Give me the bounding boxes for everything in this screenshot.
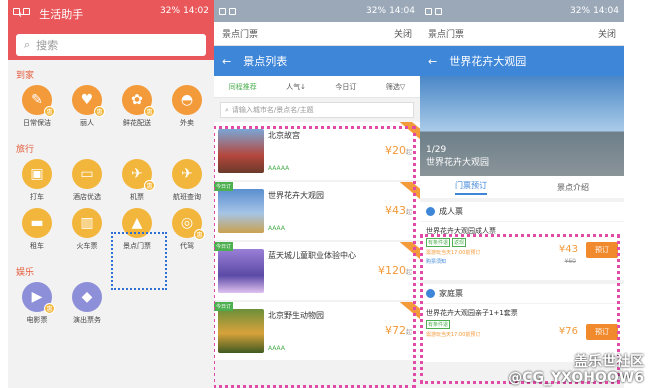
service-item-flight-search[interactable]: ✈ 航班查询: [162, 159, 212, 202]
app-header: ← 景点列表: [214, 46, 420, 76]
close-button[interactable]: 关闭: [394, 27, 412, 40]
service-item-takeout[interactable]: ◓ 外卖: [162, 85, 212, 128]
screen-attraction-detail: 32% 14:04 景点门票 关闭 ← 世界花卉大观园 1/29 世界花卉大观园 门…: [420, 0, 624, 388]
search-icon: ⌕: [225, 105, 229, 114]
page-title: 景点列表: [243, 55, 288, 68]
hero-image[interactable]: 1/29 世界花卉大观园: [420, 76, 624, 176]
highlight-attraction-tickets: [111, 232, 167, 290]
battery-text: 32%: [570, 6, 591, 16]
filter-today[interactable]: 今日订: [335, 82, 356, 92]
topbar-title: 景点门票: [428, 30, 465, 40]
person-icon: [426, 207, 435, 216]
ticket-section-adult[interactable]: 成人票: [420, 202, 624, 221]
section-title-travel: 旅行: [16, 145, 35, 155]
steering-wheel-icon: ◎ 惠: [172, 208, 205, 240]
train-icon: ▥: [72, 208, 102, 238]
food-bowl-icon: ◓: [172, 85, 202, 115]
search-input[interactable]: ⌕ 搜索: [16, 34, 206, 56]
service-item-beauty[interactable]: ♥ 惠丽人: [62, 85, 112, 128]
back-arrow-icon[interactable]: ←: [222, 55, 231, 68]
tab-ticket-booking[interactable]: 门票预订: [455, 180, 487, 195]
webview-topbar: 景点门票 关闭: [420, 22, 624, 46]
service-item-car-rental[interactable]: ▬ 租车: [12, 208, 62, 251]
page-title: 生活助手: [39, 8, 84, 21]
broom-icon: ✎ 惠: [22, 85, 55, 117]
service-item-flowers[interactable]: ✿ 惠鲜花配送: [112, 85, 162, 128]
section-title-home: 到家: [16, 71, 35, 81]
flight-search-icon: ✈: [172, 159, 202, 189]
service-item-shows[interactable]: ◆ 演出票务: [62, 282, 112, 325]
tab-introduction[interactable]: 景点介绍: [557, 182, 589, 193]
clock: 14:02: [183, 6, 209, 16]
makeup-icon: ♥ 惠: [72, 85, 105, 117]
plane-icon: ✈ 惠: [122, 159, 155, 191]
page-title: 世界花卉大观园: [449, 55, 527, 68]
car-icon: ▬: [22, 208, 52, 238]
app-header: 32% 14:02 ← 生活助手 ⌕ 搜索: [8, 0, 214, 60]
filter-popularity[interactable]: 人气↓: [286, 82, 306, 92]
flower-icon: ✿ 惠: [122, 85, 155, 117]
hotel-bed-icon: ▭: [72, 159, 102, 189]
screen-life-assistant: 32% 14:02 ← 生活助手 ⌕ 搜索 到家 ✎ 惠日常保洁 ♥ 惠丽人 ✿ 惠鲜花…: [8, 0, 214, 388]
back-arrow-icon[interactable]: ←: [18, 8, 27, 21]
webview-topbar: 景点门票 关闭: [214, 22, 420, 46]
service-item-taxi[interactable]: ▣ 打车: [12, 159, 62, 202]
search-placeholder: 请输入城市名/景点名/主题: [231, 106, 314, 114]
battery-text: 32%: [366, 6, 387, 16]
ticket-icon: ◆: [72, 282, 102, 312]
close-button[interactable]: 关闭: [598, 27, 616, 40]
filter-recommended[interactable]: 同程推荐: [229, 82, 257, 92]
detail-tabs: 门票预订 景点介绍: [420, 176, 624, 198]
hero-caption: 1/29 世界花卉大观园: [426, 145, 490, 168]
funnel-icon: ▽: [399, 82, 406, 91]
service-item-hotel[interactable]: ▭ 酒店优选: [62, 159, 112, 202]
app-header: ← 世界花卉大观园: [420, 46, 624, 76]
clock: 14:04: [389, 6, 415, 16]
service-item-chauffeur[interactable]: ◎ 惠代驾: [162, 208, 212, 251]
status-bar: 32% 14:04: [420, 0, 624, 22]
taxi-icon: ▣: [22, 159, 52, 189]
filter-bar: 同程推荐 人气↓ 今日订 筛选▽: [214, 76, 420, 98]
back-arrow-icon[interactable]: ←: [428, 55, 437, 68]
message-icon: [435, 7, 442, 15]
movie-icon: ▶ 惠: [22, 282, 55, 314]
screen-attraction-list: 32% 14:04 景点门票 关闭 ← 景点列表 同程推荐 人气↓ 今日订 筛选▽…: [214, 0, 420, 388]
notification-icon: [219, 7, 226, 15]
topbar-title: 景点门票: [222, 30, 259, 40]
watermark: 盖乐世社区 @CG_YXOHOOW6: [508, 354, 644, 386]
search-placeholder: 搜索: [36, 39, 59, 52]
battery-text: 32%: [160, 6, 181, 16]
service-item-flight-ticket[interactable]: ✈ 惠机票: [112, 159, 162, 202]
service-item-cleaning[interactable]: ✎ 惠日常保洁: [12, 85, 62, 128]
service-item-movie[interactable]: ▶ 惠电影票: [12, 282, 62, 325]
filter-screen[interactable]: 筛选▽: [386, 82, 405, 92]
search-input[interactable]: ⌕ 请输入城市名/景点名/主题: [220, 102, 414, 118]
highlight-attraction-list: [214, 126, 416, 388]
message-icon: [229, 7, 236, 15]
sort-arrow-icon: ↓: [300, 82, 306, 91]
service-item-train[interactable]: ▥ 火车票: [62, 208, 112, 251]
search-icon: ⌕: [24, 38, 31, 51]
notification-icon: [425, 7, 432, 15]
clock: 14:04: [593, 6, 619, 16]
status-bar: 32% 14:04: [214, 0, 420, 22]
